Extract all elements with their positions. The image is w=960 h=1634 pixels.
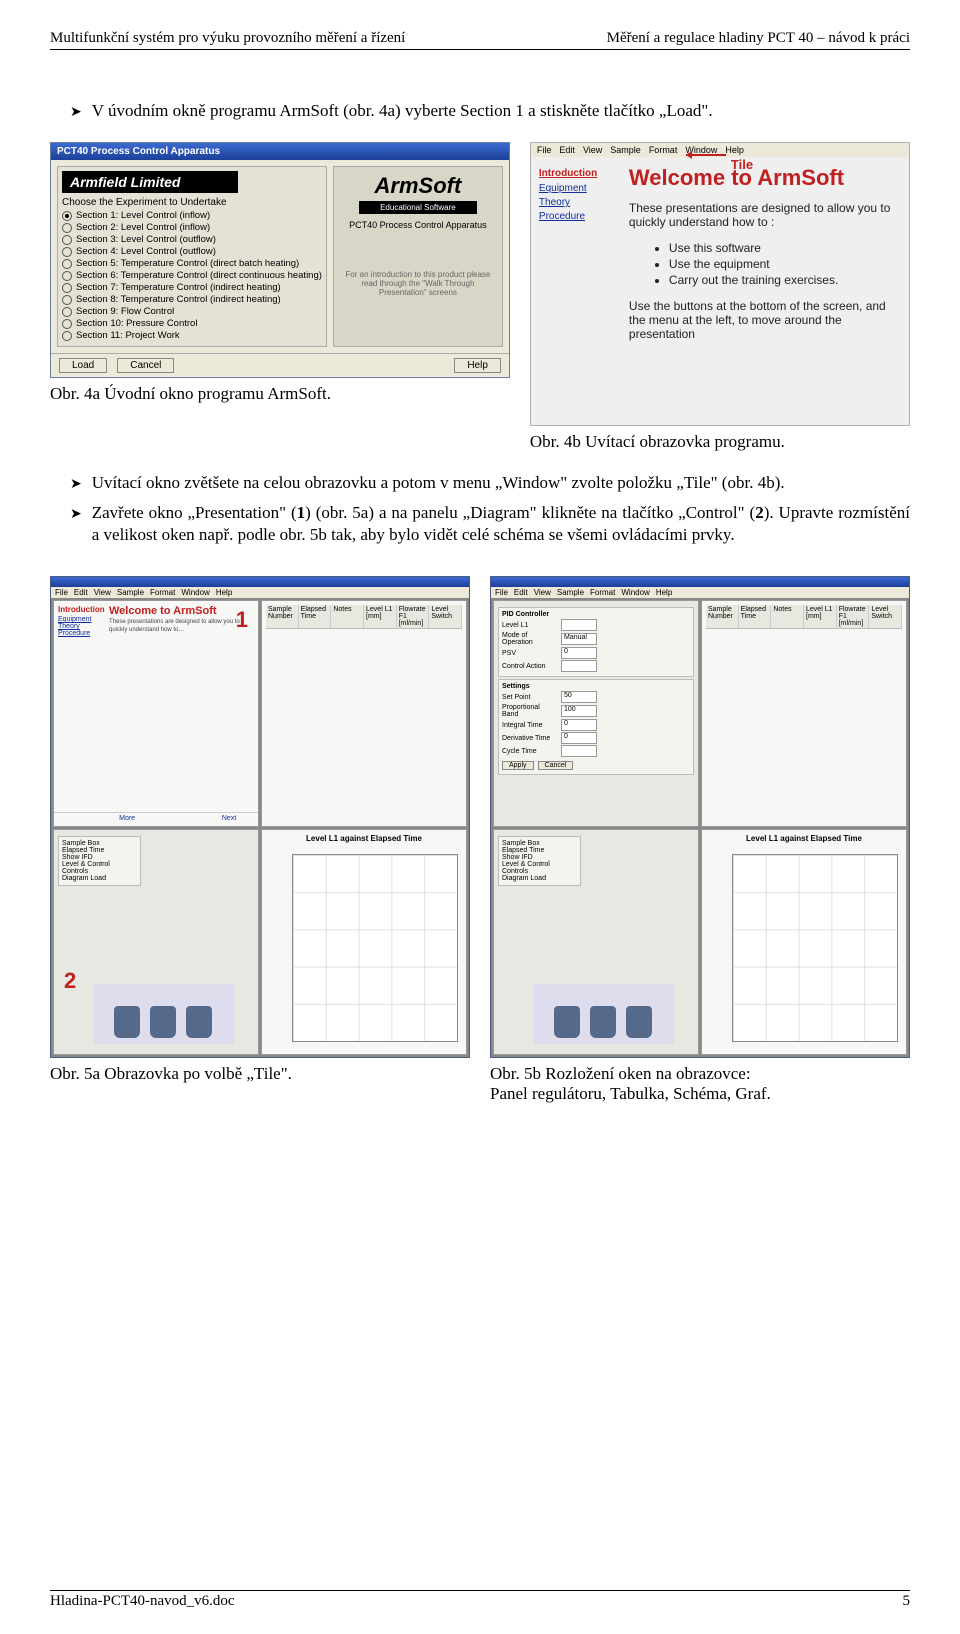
plot-area [292, 854, 458, 1043]
radio-icon [62, 235, 72, 245]
radio-icon [62, 295, 72, 305]
fig-5b-window: File Edit View Sample Format Window Help… [490, 576, 910, 1058]
fig-5a-window: File Edit View Sample Format Window Help… [50, 576, 470, 1058]
diagram-pane-5b: Sample Box Elapsed Time Show IFD Level &… [493, 829, 699, 1056]
table-header-5b: Sample Number Elapsed Time Notes Level L… [706, 605, 902, 629]
footer-page-number: 5 [903, 1593, 911, 1610]
choose-label: Choose the Experiment to Undertake [62, 197, 322, 208]
bullet-icon: ➤ [70, 502, 82, 524]
plot-pane-5b: Level L1 against Elapsed Time [701, 829, 907, 1056]
armsoft-sub: Educational Software [359, 201, 477, 214]
caption-5b: Obr. 5b Rozložení oken na obrazovce: Pan… [490, 1064, 910, 1104]
caption-4a: Obr. 4a Úvodní okno programu ArmSoft. [50, 384, 510, 404]
welcome-li-1: Use this software [669, 241, 901, 255]
diagram-schematic [94, 984, 234, 1044]
diagram-pane-5a: 2 Sample Box Elapsed Time Show IFD Level… [53, 829, 259, 1056]
apply-button[interactable]: Apply [502, 761, 534, 770]
help-button[interactable]: Help [454, 358, 501, 373]
menu-view[interactable]: View [583, 145, 602, 155]
presentation-pane: 1 Introduction Equipment Theory Procedur… [53, 600, 259, 827]
menu-edit[interactable]: Edit [559, 145, 575, 155]
plot-pane-5a: Level L1 against Elapsed Time [261, 829, 467, 1056]
armsoft-intro: For an introduction to this product plea… [338, 270, 498, 297]
footer-left: Hladina-PCT40-navod_v6.doc [50, 1593, 235, 1610]
menu-help[interactable]: Help [725, 145, 744, 155]
sidebar-hdr[interactable]: Introduction [539, 168, 619, 179]
fig-4b-window: File Edit View Sample Format Window Help… [530, 142, 910, 426]
plot-title: Level L1 against Elapsed Time [266, 834, 462, 843]
radio-icon [62, 283, 72, 293]
welcome-p2: Use the buttons at the bottom of the scr… [629, 299, 901, 341]
radio-icon [62, 223, 72, 233]
radio-icon [62, 331, 72, 341]
header-right: Měření a regulace hladiny PCT 40 – návod… [607, 30, 910, 47]
plot-title-5b: Level L1 against Elapsed Time [706, 834, 902, 843]
caption-5a: Obr. 5a Obrazovka po volbě „Tile". [50, 1064, 470, 1084]
tile-callout: Tile [731, 157, 753, 172]
armsoft-desc: PCT40 Process Control Apparatus [338, 220, 498, 230]
diagram-schematic-5b [534, 984, 674, 1044]
caption-4b: Obr. 4b Uvítací obrazovka programu. [530, 432, 910, 452]
section-5[interactable]: Section 5: Temperature Control (direct b… [62, 258, 322, 269]
page-footer: Hladina-PCT40-navod_v6.doc 5 [50, 1590, 910, 1610]
bullet-icon: ➤ [70, 472, 82, 494]
sidebar-theory[interactable]: Theory [539, 197, 619, 208]
menu-file[interactable]: File [537, 145, 552, 155]
radio-icon [62, 271, 72, 281]
fig4b-sidebar: Introduction Equipment Theory Procedure [539, 165, 619, 417]
bullet-2: ➤ Uvítací okno zvětšete na celou obrazov… [50, 472, 910, 494]
fig5a-menu: File Edit View Sample Format Window Help [51, 587, 469, 598]
section-9[interactable]: Section 9: Flow Control [62, 306, 322, 317]
table-pane-5b: Sample Number Elapsed Time Notes Level L… [701, 600, 907, 827]
header-left: Multifunkční systém pro výuku provozního… [50, 30, 405, 47]
armsoft-logo-panel: ArmSoft Educational Software PCT40 Proce… [333, 166, 503, 347]
section-6[interactable]: Section 6: Temperature Control (direct c… [62, 270, 322, 281]
fig5b-titlebar [491, 577, 909, 587]
callout-1: 1 [236, 607, 248, 633]
section-4[interactable]: Section 4: Level Control (outflow) [62, 246, 322, 257]
cancel-button[interactable]: Cancel [117, 358, 174, 373]
armsoft-logo: ArmSoft [338, 173, 498, 199]
fig-4a-window: PCT40 Process Control Apparatus Armfield… [50, 142, 510, 378]
callout-2: 2 [64, 968, 76, 994]
section-2[interactable]: Section 2: Level Control (inflow) [62, 222, 322, 233]
section-3[interactable]: Section 3: Level Control (outflow) [62, 234, 322, 245]
section-7[interactable]: Section 7: Temperature Control (indirect… [62, 282, 322, 293]
radio-icon [62, 247, 72, 257]
table-header-5a: Sample Number Elapsed Time Notes Level L… [266, 605, 462, 629]
sidebar-procedure[interactable]: Procedure [539, 211, 619, 222]
load-button[interactable]: Load [59, 358, 107, 373]
brand-label: Armfield Limited [62, 171, 238, 193]
fig5a-titlebar [51, 577, 469, 587]
radio-icon [62, 319, 72, 329]
section-8[interactable]: Section 8: Temperature Control (indirect… [62, 294, 322, 305]
cancel-button-5b[interactable]: Cancel [538, 761, 574, 770]
table-pane-5a: Sample Number Elapsed Time Notes Level L… [261, 600, 467, 827]
radio-icon [62, 307, 72, 317]
fig4a-titlebar: PCT40 Process Control Apparatus [51, 143, 509, 160]
fig5b-menu: File Edit View Sample Format Window Help [491, 587, 909, 598]
radio-icon [62, 211, 72, 221]
welcome-p1: These presentations are designed to allo… [629, 201, 901, 229]
welcome-panel: Welcome to ArmSoft These presentations a… [629, 165, 901, 417]
bullet-1: ➤ V úvodním okně programu ArmSoft (obr. … [50, 100, 910, 122]
welcome-li-2: Use the equipment [669, 257, 901, 271]
tile-arrow-icon [686, 154, 726, 156]
page-header: Multifunkční systém pro výuku provozního… [50, 30, 910, 50]
plot-area-5b [732, 854, 898, 1043]
sidebar-equipment[interactable]: Equipment [539, 183, 619, 194]
welcome-li-3: Carry out the training exercises. [669, 273, 901, 287]
bullet-3: ➤ Zavřete okno „Presentation" (1) (obr. … [50, 502, 910, 546]
welcome-title: Welcome to ArmSoft [629, 165, 901, 191]
section-10[interactable]: Section 10: Pressure Control [62, 318, 322, 329]
radio-icon [62, 259, 72, 269]
bullet-icon: ➤ [70, 100, 82, 122]
pid-pane-5b: PID Controller Level L1 Mode of Operatio… [493, 600, 699, 827]
section-1[interactable]: Section 1: Level Control (inflow) [62, 210, 322, 221]
menu-format[interactable]: Format [649, 145, 678, 155]
experiment-list-box: Armfield Limited Choose the Experiment t… [57, 166, 327, 347]
menu-sample[interactable]: Sample [610, 145, 641, 155]
section-11[interactable]: Section 11: Project Work [62, 330, 322, 341]
